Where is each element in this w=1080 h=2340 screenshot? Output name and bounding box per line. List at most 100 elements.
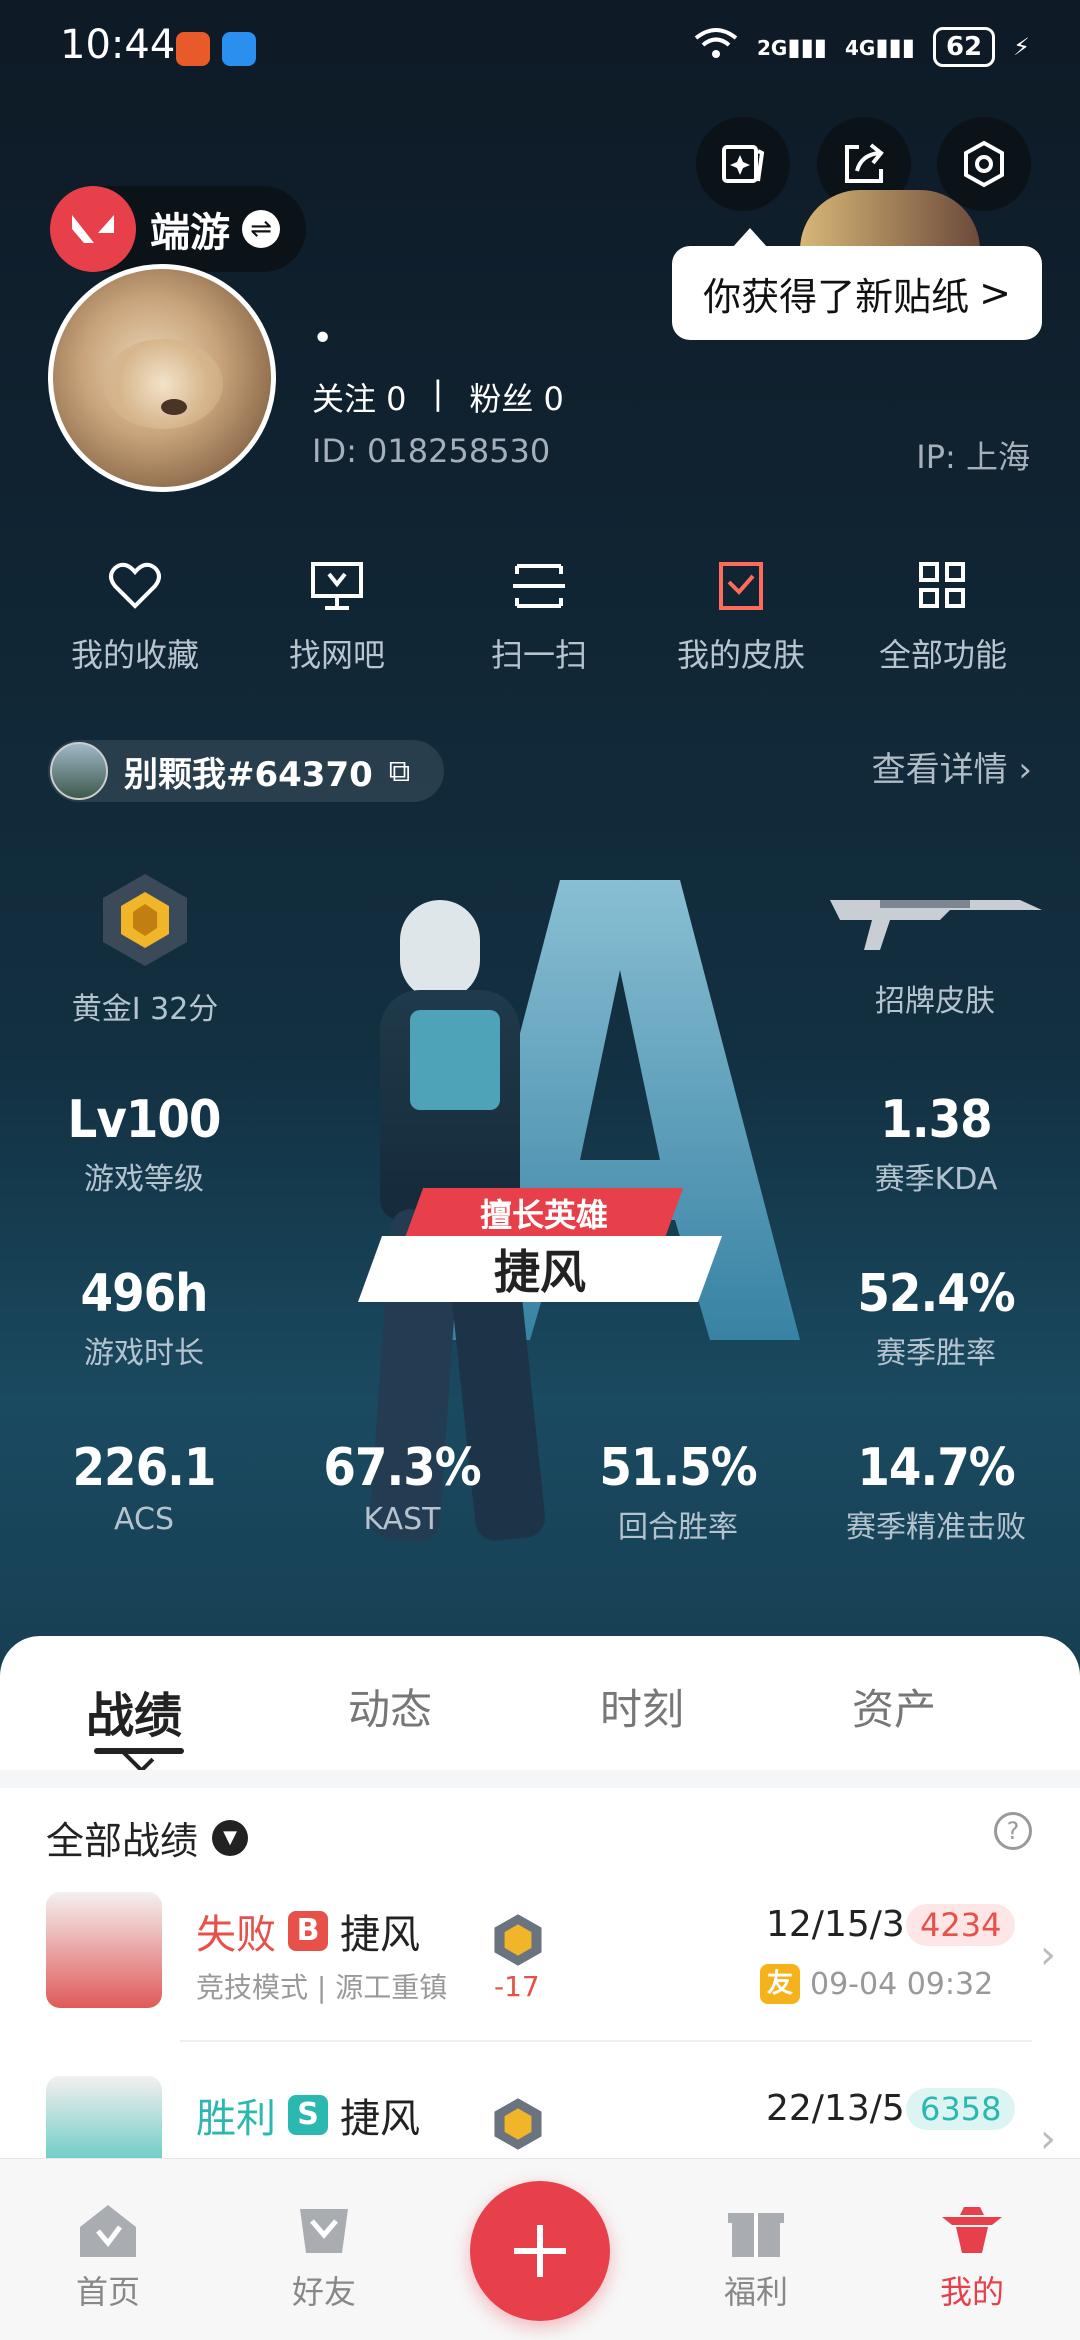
grade-badge: S [288,2095,328,2135]
table-row[interactable]: 失败 B 捷风 竞技模式 | 源工重镇 -17 12/15/3 4234 友 0… [0,1886,1080,2046]
nav-label: 首页 [75,2273,140,2311]
help-icon[interactable]: ? [994,1812,1032,1850]
shortcut-label: 我的收藏 [70,636,199,674]
stat-label: 回合胜率 [618,1510,738,1545]
tooltip-text: 你获得了新贴纸 [703,274,970,319]
stat-value: Lv100 [67,1090,222,1150]
rifle-skin-icon [830,900,1042,950]
following-count[interactable]: 关注 0 [312,374,407,420]
hero-name: 捷风 [340,1912,420,1958]
tab-assets[interactable]: 资产 [852,1676,936,1737]
record-title: 失败 B 捷风 [196,1902,420,1960]
monitor-icon [311,562,363,610]
stats-divider: | [432,374,444,412]
match-kda: 12/15/3 [766,1904,905,1945]
rank-icon [490,2096,546,2156]
shortcut-label: 全部功能 [878,636,1007,674]
nav-friends[interactable]: 好友 [244,2201,404,2313]
fans-count[interactable]: 粉丝 0 [469,374,564,420]
taobao-notification-icon [176,32,210,66]
stat-value: 51.5% [599,1438,757,1498]
nav-label: 我的 [939,2273,1004,2311]
heart-icon [109,562,161,609]
gift-icon [728,2213,784,2257]
nav-benefits[interactable]: 福利 [676,2201,836,2313]
bottom-navigation: 首页 好友 福利 我的 [0,2158,1080,2340]
home-icon [80,2205,136,2257]
rank-points-delta: -17 [494,1970,540,2003]
stat-kast: 67.3% KAST [292,1438,512,1537]
nav-home[interactable]: 首页 [28,2201,188,2313]
user-id: ID: 018258530 [312,432,551,470]
best-hero-name-box: 捷风 [357,1236,723,1302]
stat-value: 52.4% [857,1264,1015,1324]
tab-moments[interactable]: 时刻 [600,1676,684,1737]
match-result: 失败 [196,1912,276,1958]
row-divider [180,2040,1032,2042]
settings-button[interactable] [937,117,1031,211]
hero-avatar [46,1892,162,2008]
avatar[interactable] [48,264,276,492]
shortcut-find-cafe[interactable]: 找网吧 [252,560,422,676]
nav-label: 好友 [291,2273,356,2311]
create-post-button[interactable] [470,2181,610,2321]
clock: 10:44 [60,22,176,68]
settings-hexagon-icon [964,140,1004,188]
rank-badge[interactable]: 黄金I 32分 [40,870,250,1028]
game-account-pill[interactable]: 别颗我#64370 ⧉ [48,740,444,802]
valorant-logo-icon [50,186,136,272]
friends-icon [300,2209,348,2253]
match-time: 友 09-04 09:32 [760,1964,993,2004]
game-switch-pill[interactable]: 端游 ⇌ [50,186,306,272]
signature-skin[interactable]: 招牌皮肤 [820,880,1050,1020]
shortcut-my-skins[interactable]: 我的皮肤 [656,560,826,676]
chevron-right-icon: › [1040,1932,1056,1978]
shortcut-label: 扫一扫 [490,636,587,674]
records-filter-dropdown[interactable]: 全部战绩 ▼ [46,1810,249,1865]
stat-value: 14.7% [857,1438,1015,1498]
app-name: 端游 [150,210,230,256]
friend-tag: 友 [760,1964,800,2004]
gold-rank-icon [103,874,187,966]
match-score-badge: 6358 [906,2088,1016,2130]
shortcut-label: 我的皮肤 [676,636,805,674]
battery-indicator: 62 [932,27,996,67]
stat-label: 赛季KDA [874,1162,998,1197]
new-sticker-tooltip[interactable]: 你获得了新贴纸 > [672,228,1042,340]
nickname: • [312,318,334,359]
tab-activity[interactable]: 动态 [348,1676,432,1737]
stat-label: KAST [363,1502,441,1537]
charging-icon: ⚡ [1013,33,1030,61]
stat-value: 1.38 [880,1090,992,1150]
stat-label: ACS [114,1502,174,1537]
record-title: 胜利 S 捷风 [196,2086,420,2144]
scan-icon [513,564,565,608]
nav-me[interactable]: 我的 [892,2201,1052,2313]
grade-badge: B [288,1911,328,1951]
shortcut-scan[interactable]: 扫一扫 [454,560,624,676]
stat-value: 226.1 [72,1438,217,1498]
view-details-link[interactable]: 查看详情 › [872,742,1032,791]
view-details-label: 查看详情 [871,750,1008,790]
signal-2g-icon: 2G▮▮▮ [757,33,827,61]
match-mode: 竞技模式 | 源工重镇 [196,1971,448,2004]
best-hero-name: 捷风 [494,1245,586,1299]
sticker-button[interactable] [696,117,790,211]
status-bar: 10:44 2G▮▮▮ 4G▮▮▮ 62 ⚡ [0,0,1080,100]
shortcut-favorites[interactable]: 我的收藏 [50,560,220,676]
stat-label: 游戏等级 [84,1162,204,1197]
stat-kda: 1.38 赛季KDA [826,1090,1046,1198]
game-avatar [50,742,108,800]
tab-records[interactable]: 战绩 [86,1676,182,1746]
stat-acs: 226.1 ACS [34,1438,254,1537]
stat-level: Lv100 游戏等级 [34,1090,254,1198]
shortcut-all-features[interactable]: 全部功能 [858,560,1028,676]
copy-icon[interactable]: ⧉ [389,754,410,789]
chevron-down-icon: ▼ [212,1819,249,1856]
stat-headshot: 14.7% 赛季精准击败 [826,1438,1046,1546]
best-hero-tag: 擅长英雄 [404,1188,684,1238]
skin-icon [719,562,763,610]
records-filter-label: 全部战绩 [46,1819,199,1863]
stat-round-winrate: 51.5% 回合胜率 [568,1438,788,1546]
follow-stats: 关注 0 | 粉丝 0 [312,374,564,420]
